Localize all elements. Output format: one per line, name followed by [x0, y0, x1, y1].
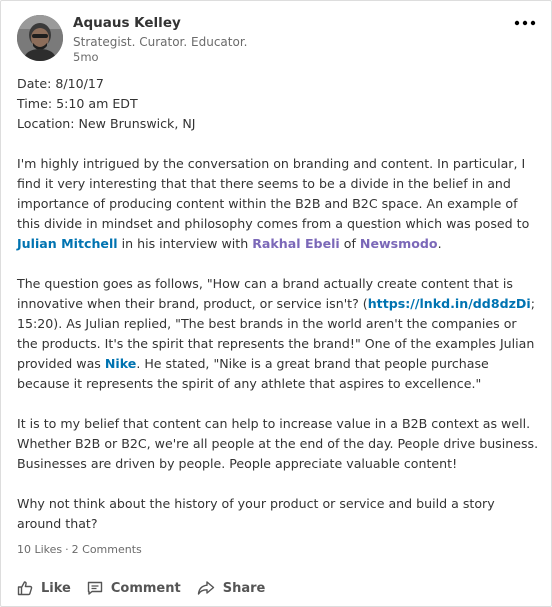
author-headline: Strategist. Curator. Educator.: [73, 35, 248, 49]
post-location: Location: New Brunswick, NJ: [17, 116, 196, 131]
post-body: Date: 8/10/17 Time: 5:10 am EDT Location…: [17, 74, 539, 554]
like-label: Like: [41, 580, 71, 596]
post-header: Aquaus Kelley Strategist. Curator. Educa…: [17, 15, 539, 67]
avatar-image: [17, 15, 63, 61]
author-info: Aquaus Kelley Strategist. Curator. Educa…: [73, 15, 247, 64]
paragraph-1: I'm highly intrigued by the conversation…: [17, 154, 539, 254]
action-bar: Like Comment Share: [17, 577, 281, 599]
paragraph-4: Why not think about the history of your …: [17, 496, 495, 531]
like-button[interactable]: Like: [17, 580, 71, 596]
post-meta: Date: 8/10/17 Time: 5:10 am EDT Location…: [17, 74, 539, 134]
paragraph-2: The question goes as follows, "How can a…: [17, 274, 539, 394]
paragraph-3: It is to my belief that content can help…: [17, 416, 539, 471]
author-name[interactable]: Aquaus Kelley: [73, 15, 247, 32]
paragraph-1-text-3: of: [339, 236, 360, 251]
share-button[interactable]: Share: [197, 580, 266, 596]
post-date: Date: 8/10/17: [17, 76, 104, 91]
interview-link[interactable]: https://lnkd.in/dd8dzDi: [368, 296, 531, 311]
share-label: Share: [222, 580, 266, 596]
count-separator: ·: [65, 543, 69, 556]
likes-count[interactable]: 10 Likes: [17, 543, 62, 556]
comment-icon: [87, 581, 103, 595]
post-card: Aquaus Kelley Strategist. Curator. Educa…: [0, 0, 552, 607]
share-arrow-icon: [197, 581, 214, 595]
thumbs-up-icon: [17, 581, 33, 596]
comment-label: Comment: [110, 580, 181, 596]
mention-nike[interactable]: Nike: [105, 356, 136, 371]
mention-newsmodo[interactable]: Newsmodo: [360, 236, 438, 251]
post-age: 5mo: [73, 50, 99, 64]
comments-count[interactable]: 2 Comments: [72, 543, 142, 556]
post-time: Time: 5:10 am EDT: [17, 96, 138, 111]
social-counts: 10 Likes · 2 Comments: [17, 543, 142, 557]
mention-rakhal-ebeli[interactable]: Rakhal Ebeli: [252, 236, 340, 251]
author-avatar[interactable]: [17, 15, 63, 61]
mention-julian-mitchell[interactable]: Julian Mitchell: [17, 236, 118, 251]
comment-button[interactable]: Comment: [87, 580, 181, 596]
paragraph-1-text: I'm highly intrigued by the conversation…: [17, 156, 530, 231]
paragraph-1-text-2: in his interview with: [117, 236, 253, 251]
paragraph-1-text-4: .: [437, 236, 442, 251]
more-horizontal-icon[interactable]: [513, 17, 537, 31]
